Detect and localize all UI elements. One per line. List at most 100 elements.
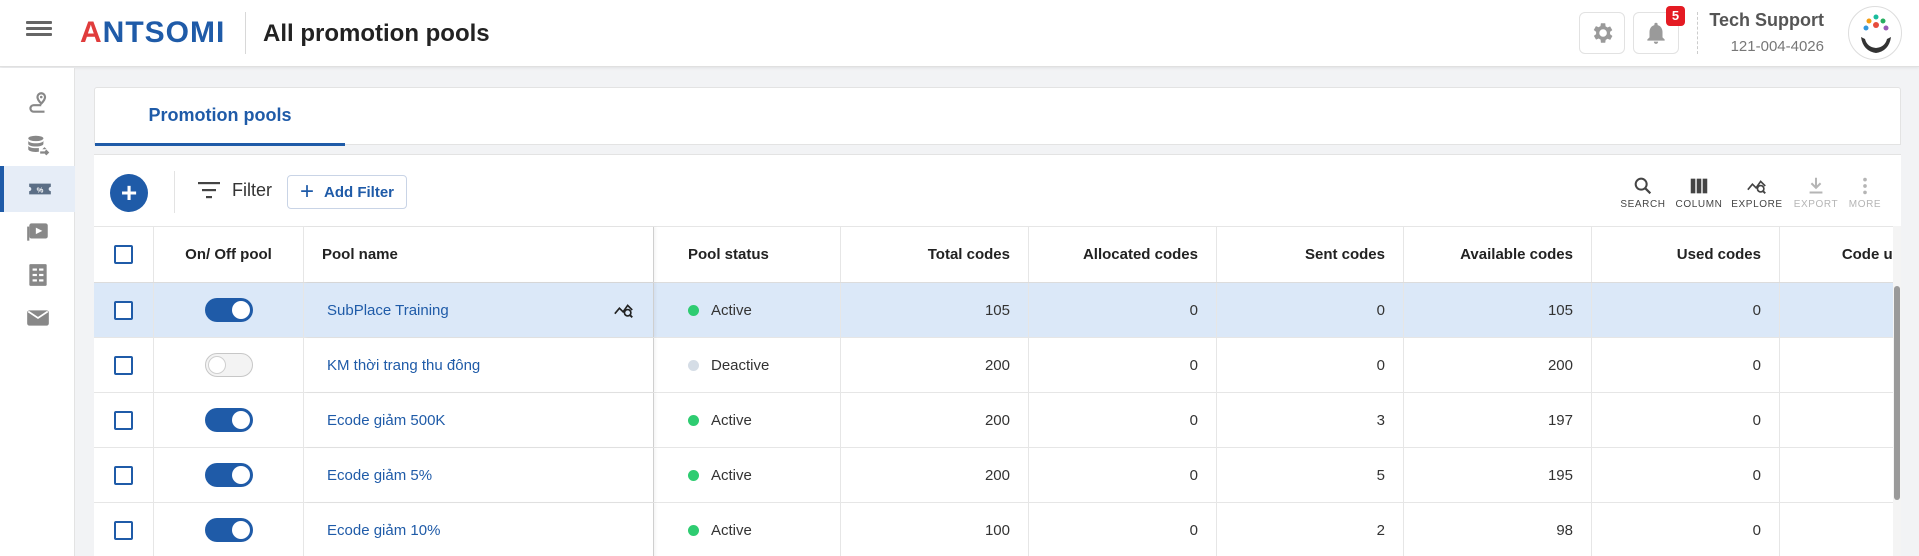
allocated-codes: 0 [1029,503,1217,556]
pool-status: Active [711,411,752,429]
report-icon [28,264,47,286]
filter-button[interactable]: Filter [196,179,272,201]
total-codes: 200 [841,448,1029,502]
column-header-sent-codes[interactable]: Sent codes [1217,227,1404,282]
tab-promotion-pools[interactable]: Promotion pools [95,88,345,146]
sidebar-item-mail[interactable] [0,295,75,341]
pool-name-link[interactable]: Ecode giảm 500K [327,412,445,429]
pool-toggle[interactable] [204,298,253,322]
pool-name-link[interactable]: KM thời trang thu đông [327,357,480,374]
sidebar-item-media[interactable] [0,209,75,255]
available-codes: 98 [1404,503,1592,556]
pool-status: Active [711,466,752,484]
total-codes: 200 [841,338,1029,392]
row-checkbox[interactable] [114,355,133,375]
search-action[interactable]: SEARCH [1613,175,1673,210]
sidebar-item-promotions[interactable]: % [0,166,75,212]
pool-name-link[interactable]: Ecode giảm 5% [327,467,432,484]
table-row[interactable]: KM thời trang thu đông Deactive 200 0 0 … [94,338,1901,393]
status-dot [688,524,699,536]
row-checkbox[interactable] [114,300,133,320]
column-header-code-used[interactable]: Code us [1780,227,1901,282]
status-dot [688,414,699,426]
avatar-logo-icon [1861,14,1891,53]
allocated-codes: 0 [1029,283,1217,337]
used-codes: 0 [1592,393,1780,447]
allocated-codes: 0 [1029,338,1217,392]
gear-icon [1593,23,1613,43]
sidebar-item-data[interactable] [0,123,75,169]
pool-toggle[interactable] [204,463,253,487]
sent-codes: 0 [1217,338,1404,392]
table-toolbar: + Filter + Add Filter SEARCH COLUMN EXPL… [94,154,1901,226]
explore-action[interactable]: EXPLORE [1727,175,1787,210]
pool-status: Active [711,301,752,319]
filter-label: Filter [232,179,272,200]
avatar[interactable] [1848,6,1902,60]
status-dot [688,304,699,316]
user-name: Tech Support [1709,10,1824,30]
page-title: All promotion pools [263,20,490,47]
journey-icon [28,92,46,113]
row-checkbox[interactable] [114,410,133,430]
sidebar-item-report[interactable] [0,252,75,298]
more-action[interactable]: MORE [1835,175,1895,210]
column-header-on-off[interactable]: On/ Off pool [154,227,304,282]
row-checkbox[interactable] [114,465,133,485]
export-action-label: EXPORT [1793,199,1839,210]
plus-icon: + [120,177,138,208]
header-select-cell [94,227,154,282]
available-codes: 195 [1404,448,1592,502]
add-filter-button[interactable]: + Add Filter [287,175,408,209]
pool-toggle[interactable] [204,518,253,542]
create-pool-button[interactable]: + [110,174,148,212]
used-codes: 0 [1592,503,1780,556]
allocated-codes: 0 [1029,448,1217,502]
column-header-available-codes[interactable]: Available codes [1404,227,1592,282]
used-codes: 0 [1592,283,1780,337]
promotion-pools-table: On/ Off pool Pool name Pool status Total… [94,226,1901,556]
sidebar-item-journey[interactable] [0,80,75,126]
notification-badge: 5 [1666,6,1685,26]
available-codes: 105 [1404,283,1592,337]
pool-name-link[interactable]: Ecode giảm 10% [327,522,440,539]
antsomi-logo[interactable]: ANTSOMI [80,16,225,50]
explore-icon[interactable] [613,299,635,321]
settings-button[interactable] [1579,12,1625,54]
table-row[interactable]: Ecode giảm 500K Active 200 0 3 197 0 [94,393,1901,448]
table-row[interactable]: SubPlace Training Active 105 0 0 105 0 [94,283,1901,338]
menu-icon[interactable] [26,18,52,42]
add-filter-label: Add Filter [324,183,395,201]
pool-status: Active [711,521,752,539]
table-row[interactable]: Ecode giảm 10% Active 100 0 2 98 0 [94,503,1901,556]
column-header-total-codes[interactable]: Total codes [841,227,1029,282]
column-header-pool-status[interactable]: Pool status [654,227,841,282]
used-codes: 0 [1592,448,1780,502]
column-header-used-codes[interactable]: Used codes [1592,227,1780,282]
top-header: ANTSOMI All promotion pools 5 Tech Suppo… [0,0,1919,67]
column-action[interactable]: COLUMN [1669,175,1729,210]
user-phone: 121-004-4026 [1730,38,1824,55]
data-export-icon [27,135,49,156]
explore-action-label: EXPLORE [1731,199,1783,210]
row-checkbox[interactable] [114,520,133,540]
column-header-allocated-codes[interactable]: Allocated codes [1029,227,1217,282]
search-action-label: SEARCH [1620,199,1666,210]
table-scrollbar[interactable] [1893,226,1901,556]
search-icon [1634,177,1652,195]
explore-icon [1747,180,1766,194]
total-codes: 100 [841,503,1029,556]
total-codes: 105 [841,283,1029,337]
select-all-checkbox[interactable] [114,245,133,264]
ticket-icon: % [28,183,51,195]
table-row[interactable]: Ecode giảm 5% Active 200 0 5 195 0 [94,448,1901,503]
table-header-row: On/ Off pool Pool name Pool status Total… [94,226,1901,283]
pool-toggle[interactable] [204,408,253,432]
pool-status: Deactive [711,356,770,374]
status-dot [688,359,699,371]
total-codes: 200 [841,393,1029,447]
pool-toggle[interactable] [204,353,253,377]
pool-name-link[interactable]: SubPlace Training [327,302,449,319]
column-header-pool-name[interactable]: Pool name [304,227,654,282]
scrollbar-thumb[interactable] [1894,286,1900,500]
